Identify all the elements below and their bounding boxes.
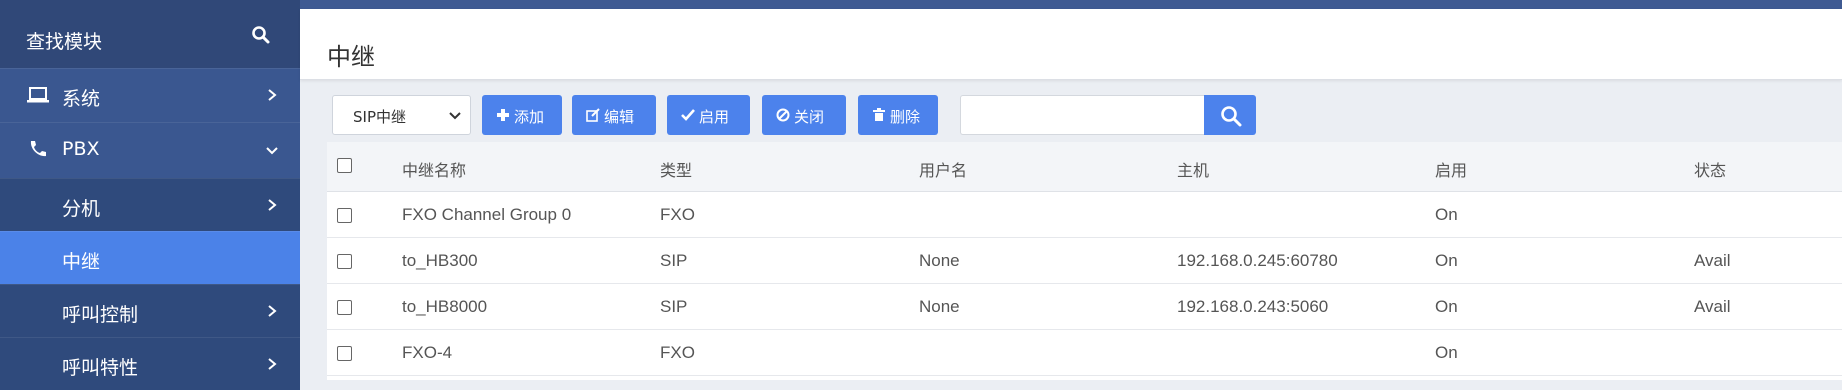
trunk-type: SIP (660, 297, 688, 316)
trunk-host: 192.168.0.245:60780 (1177, 251, 1338, 270)
select-all-checkbox[interactable] (337, 158, 352, 173)
chevron-down-icon (266, 147, 278, 155)
disable-button-label: 关闭 (794, 108, 825, 126)
trunk-name: FXO Channel Group 0 (402, 205, 572, 224)
laptop-icon (27, 87, 49, 103)
column-header[interactable]: 启用 (1435, 157, 1467, 181)
edit-button[interactable]: 编辑 (572, 95, 656, 135)
sidebar-item-label: 呼叫特性 (62, 357, 139, 379)
sidebar-item-call-control[interactable]: 呼叫控制 (0, 284, 300, 337)
column-header[interactable]: 类型 (660, 157, 692, 181)
check-icon (681, 109, 695, 121)
search-button[interactable] (1204, 95, 1256, 135)
trunk-status: Avail (1694, 251, 1731, 270)
chevron-right-icon (268, 199, 277, 211)
edit-button-label: 编辑 (604, 108, 635, 126)
trunk-type: FXO (660, 343, 695, 362)
delete-button-label: 删除 (890, 108, 921, 126)
row-checkbox[interactable] (337, 300, 352, 315)
trunk-host: 192.168.0.243:5060 (1177, 297, 1329, 316)
ban-icon (776, 108, 790, 122)
row-checkbox[interactable] (337, 346, 352, 361)
module-search[interactable]: 查找模块 (0, 0, 300, 68)
plus-icon (497, 109, 509, 121)
phone-icon (30, 141, 46, 157)
trunk-name: FXO-4 (402, 343, 453, 362)
add-button[interactable]: 添加 (482, 95, 562, 135)
sidebar-item-label: 呼叫控制 (62, 304, 139, 326)
delete-button[interactable]: 删除 (858, 95, 938, 135)
sidebar-item-pbx[interactable]: PBX (0, 122, 300, 178)
trunk-status: Avail (1694, 297, 1731, 316)
page-title: 中继 (327, 43, 375, 71)
main-content: 中继 SIP中继 添加 编辑 启用 关闭 删除 中继名称 类型 用户名 主机 启… (300, 9, 1842, 390)
sidebar-item-label: 中继 (62, 251, 101, 273)
edit-icon (586, 108, 600, 122)
trunk-username: None (919, 251, 960, 270)
sidebar-item-call-features[interactable]: 呼叫特性 (0, 337, 300, 390)
chevron-right-icon (268, 358, 277, 370)
trunk-name: to_HB8000 (402, 297, 488, 316)
trash-icon (873, 108, 885, 121)
search-input[interactable] (960, 95, 1204, 135)
sidebar-item-extension[interactable]: 分机 (0, 178, 300, 231)
disable-button[interactable]: 关闭 (762, 95, 846, 135)
trunk-username: None (919, 297, 960, 316)
sidebar-item-trunk[interactable]: 中继 (0, 231, 300, 284)
trunk-type-select[interactable]: SIP中继 (332, 95, 471, 135)
table-row[interactable]: to_HB300 SIP None 192.168.0.245:60780 On… (327, 238, 1842, 284)
enable-button-label: 启用 (699, 108, 730, 126)
column-header[interactable]: 中继名称 (402, 157, 466, 181)
trunk-type-value: SIP中继 (353, 108, 406, 126)
sidebar-item-label: 系统 (62, 88, 101, 110)
trunk-type: FXO (660, 205, 695, 224)
column-header[interactable]: 主机 (1177, 157, 1209, 181)
sidebar-item-label: PBX (62, 138, 100, 160)
column-header[interactable]: 用户名 (919, 157, 967, 181)
sidebar: 查找模块 系统 PBX 分机 中继 呼叫控制 呼叫特性 (0, 0, 300, 390)
module-search-label: 查找模块 (26, 31, 103, 53)
trunk-enabled: On (1435, 205, 1458, 224)
sidebar-item-label: 分机 (62, 198, 101, 220)
chevron-right-icon (268, 305, 277, 317)
column-header[interactable]: 状态 (1694, 157, 1726, 181)
row-checkbox[interactable] (337, 208, 352, 223)
trunk-type: SIP (660, 251, 688, 270)
sidebar-item-system[interactable]: 系统 (0, 68, 300, 122)
page-header: 中继 (300, 9, 1842, 80)
table-row[interactable]: to_HB8000 SIP None 192.168.0.243:5060 On… (327, 284, 1842, 330)
enable-button[interactable]: 启用 (667, 95, 750, 135)
row-checkbox[interactable] (337, 254, 352, 269)
chevron-down-icon (449, 112, 461, 120)
search-icon[interactable] (251, 25, 271, 45)
chevron-right-icon (268, 89, 277, 101)
table-header: 中继名称 类型 用户名 主机 启用 状态 (327, 142, 1842, 192)
table-row[interactable]: FXO Channel Group 0 FXO On (327, 192, 1842, 238)
trunk-enabled: On (1435, 343, 1458, 362)
add-button-label: 添加 (514, 108, 545, 126)
table-row[interactable]: FXO-4 FXO On (327, 330, 1842, 376)
trunk-enabled: On (1435, 251, 1458, 270)
search-icon (1221, 106, 1242, 127)
trunk-name: to_HB300 (402, 251, 478, 270)
trunk-table: 中继名称 类型 用户名 主机 启用 状态 FXO Channel Group 0… (327, 142, 1842, 380)
trunk-enabled: On (1435, 297, 1458, 316)
